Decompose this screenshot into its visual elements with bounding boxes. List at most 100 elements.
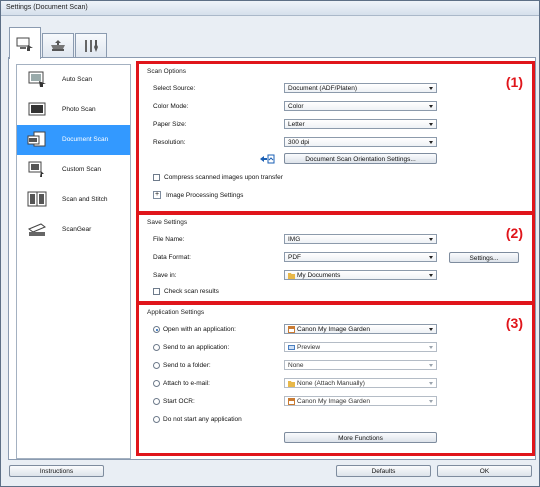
more-functions-button[interactable]: More Functions [284,432,437,443]
footer-bar: Instructions Defaults OK [1,461,539,486]
tab-general-settings[interactable] [75,33,107,58]
auto-scan-icon [28,71,46,87]
sidebar-item-label: Document Scan [62,136,109,143]
section-marker-3: (3) [505,315,523,331]
folder-icon [288,381,295,387]
attach-to-email-label: Attach to e-mail: [163,380,210,387]
sidebar-item-document-scan[interactable]: Document Scan [17,125,130,155]
select-source-dropdown[interactable]: Document (ADF/Platen) [284,83,437,93]
color-mode-label: Color Mode: [153,103,189,110]
application-settings-title: Application Settings [147,309,205,316]
paper-size-dropdown[interactable]: Letter [284,119,437,129]
send-to-folder-dropdown[interactable]: None [284,360,437,370]
chevron-down-icon [429,328,433,331]
color-mode-dropdown[interactable]: Color [284,101,437,111]
attach-to-email-radio[interactable] [153,380,160,387]
chevron-down-icon [429,123,433,126]
application-settings-section: Application Settings (3) Open with an ap… [136,302,535,456]
start-ocr-radio[interactable] [153,398,160,405]
data-format-dropdown[interactable]: PDF [284,252,437,262]
chevron-down-icon [429,105,433,108]
scan-from-panel-tab-icon [51,40,65,51]
instructions-button[interactable]: Instructions [9,465,104,477]
preview-icon [288,345,295,350]
scan-from-computer-tab-icon [16,37,33,51]
scan-and-stitch-icon [27,191,47,207]
open-with-application-label: Open with an application: [163,326,236,333]
send-to-application-label: Send to an application: [163,344,230,351]
title-bar: Settings (Document Scan) [1,1,539,16]
ok-button[interactable]: OK [437,465,532,477]
chevron-down-icon [429,364,433,367]
compress-label: Compress scanned images upon transfer [164,174,283,181]
tab-scan-from-computer[interactable] [9,27,41,59]
chevron-down-icon [429,238,433,241]
main-content: Auto Scan Photo Scan Document Scan Custo… [8,57,536,460]
sidebar-item-scan-and-stitch[interactable]: Scan and Stitch [17,185,130,215]
chevron-down-icon [429,87,433,90]
sidebar-item-custom-scan[interactable]: Custom Scan [17,155,130,185]
photo-scan-icon [28,102,46,116]
save-in-dropdown[interactable]: My Documents [284,270,437,280]
image-garden-icon [288,326,295,333]
scan-mode-sidebar: Auto Scan Photo Scan Document Scan Custo… [16,64,131,459]
save-in-label: Save in: [153,272,177,279]
expand-image-processing-button[interactable]: + [153,191,161,199]
document-scan-icon [27,131,46,147]
chevron-down-icon [429,382,433,385]
scangear-icon [28,223,46,236]
check-scan-results-checkbox[interactable] [153,288,160,295]
send-to-folder-radio[interactable] [153,362,160,369]
select-source-label: Select Source: [153,85,196,92]
attach-to-email-dropdown[interactable]: None (Attach Manually) [284,378,437,388]
compress-checkbox[interactable] [153,174,160,181]
send-to-folder-label: Send to a folder: [163,362,211,369]
sidebar-item-label: Photo Scan [62,106,96,113]
window-title: Settings (Document Scan) [6,4,88,11]
check-scan-results-label: Check scan results [164,288,219,295]
save-settings-section: Save Settings (2) File Name: IMG Data Fo… [136,212,535,304]
settings-window: Settings (Document Scan) Auto Scan Photo… [0,0,540,487]
image-processing-label: Image Processing Settings [166,192,244,199]
scan-options-title: Scan Options [147,68,187,75]
sidebar-item-label: Scan and Stitch [62,196,108,203]
paper-size-label: Paper Size: [153,121,187,128]
format-settings-button[interactable]: Settings... [449,252,519,263]
general-settings-tab-icon [85,40,98,52]
file-name-dropdown[interactable]: IMG [284,234,437,244]
chevron-down-icon [429,141,433,144]
no-application-label: Do not start any application [163,416,242,423]
section-marker-2: (2) [505,225,523,241]
folder-icon [288,273,295,279]
scan-options-section: Scan Options (1) Select Source: Document… [136,61,535,214]
send-to-application-radio[interactable] [153,344,160,351]
sidebar-item-label: ScanGear [62,226,92,233]
send-to-application-dropdown[interactable]: Preview [284,342,437,352]
tab-scan-from-panel[interactable] [42,33,74,58]
orientation-settings-button[interactable]: Document Scan Orientation Settings... [284,153,437,164]
open-with-application-dropdown[interactable]: Canon My Image Garden [284,324,437,334]
chevron-down-icon [429,400,433,403]
start-ocr-label: Start OCR: [163,398,195,405]
chevron-down-icon [429,274,433,277]
defaults-button[interactable]: Defaults [336,465,431,477]
sidebar-item-label: Custom Scan [62,166,102,173]
open-with-application-radio[interactable] [153,326,160,333]
section-marker-1: (1) [505,74,523,90]
orientation-icon [260,154,275,164]
chevron-down-icon [429,346,433,349]
chevron-down-icon [429,256,433,259]
sidebar-item-auto-scan[interactable]: Auto Scan [17,65,130,95]
sidebar-item-photo-scan[interactable]: Photo Scan [17,95,130,125]
data-format-label: Data Format: [153,254,191,261]
image-garden-icon [288,398,295,405]
start-ocr-dropdown[interactable]: Canon My Image Garden [284,396,437,406]
file-name-label: File Name: [153,236,185,243]
custom-scan-icon [28,161,44,177]
save-settings-title: Save Settings [147,219,188,226]
resolution-label: Resolution: [153,139,186,146]
resolution-dropdown[interactable]: 300 dpi [284,137,437,147]
sidebar-item-scangear[interactable]: ScanGear [17,215,130,245]
sidebar-item-label: Auto Scan [62,76,92,83]
no-application-radio[interactable] [153,416,160,423]
